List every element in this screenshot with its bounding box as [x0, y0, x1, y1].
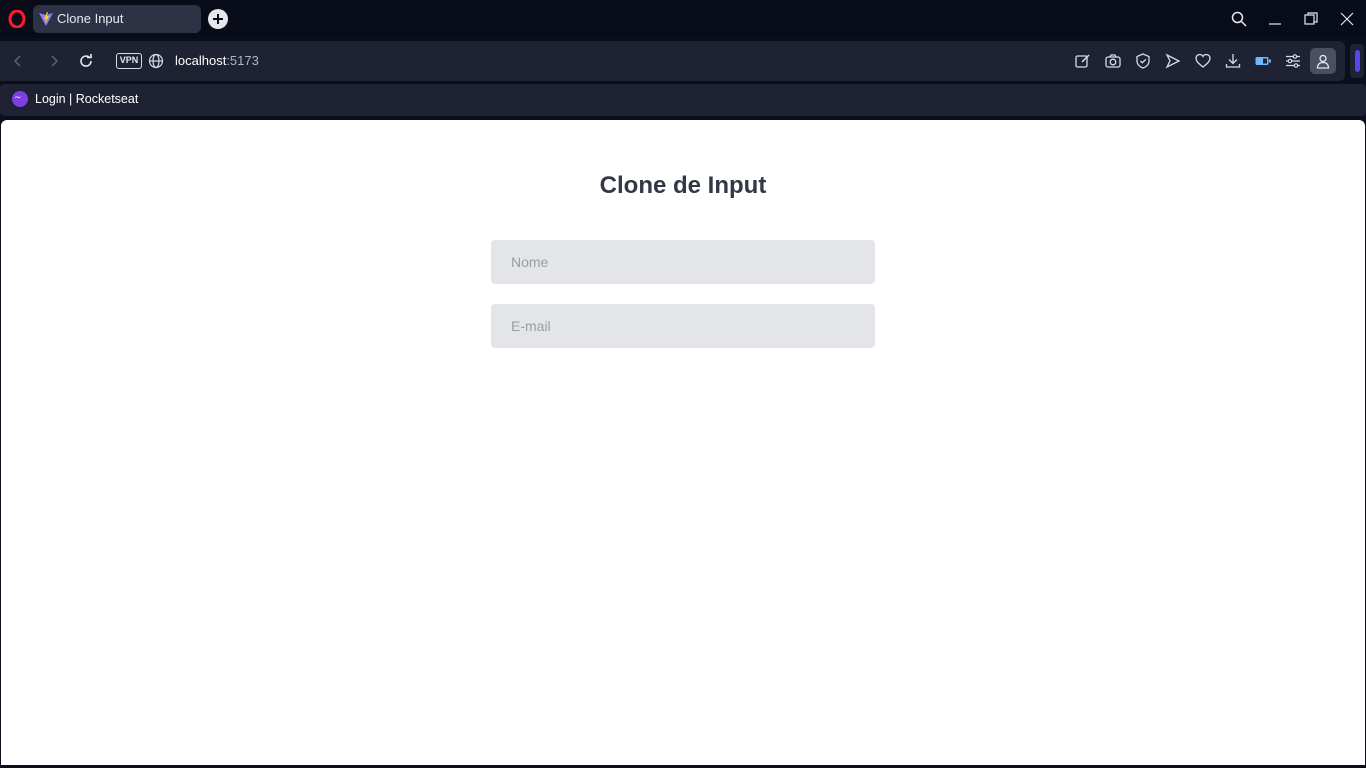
tab-clone-input[interactable]: Clone Input — [33, 5, 201, 33]
forward-button[interactable] — [44, 51, 64, 71]
page-title: Clone de Input — [599, 172, 767, 199]
close-icon — [1340, 12, 1354, 26]
restore-button[interactable] — [1300, 8, 1322, 30]
flow-button[interactable] — [1164, 52, 1182, 70]
address-bar: VPN localhost:5173 — [0, 41, 1345, 81]
downloads-button[interactable] — [1224, 52, 1242, 70]
camera-icon — [1105, 54, 1121, 68]
edit-icon — [1075, 54, 1090, 68]
page-viewport: Clone de Input — [1, 120, 1365, 765]
reload-icon — [80, 54, 92, 67]
bookmark-label: Login | Rocketseat — [35, 92, 139, 106]
send-icon — [1165, 53, 1181, 69]
bookmarks-bar: ∼ Login | Rocketseat — [0, 84, 1366, 116]
opera-logo-icon[interactable] — [8, 10, 26, 28]
name-input[interactable] — [491, 240, 875, 284]
new-tab-button[interactable] — [208, 9, 228, 29]
plus-icon — [213, 14, 223, 24]
close-window-button[interactable] — [1336, 8, 1358, 30]
profile-button[interactable] — [1310, 48, 1336, 74]
easy-setup-button[interactable] — [1074, 52, 1092, 70]
reload-button[interactable] — [76, 51, 96, 71]
vpn-badge[interactable]: VPN — [116, 53, 142, 69]
battery-icon — [1255, 57, 1271, 65]
adblock-button[interactable] — [1134, 52, 1152, 70]
download-icon — [1225, 54, 1241, 68]
url-field[interactable]: localhost:5173 — [175, 53, 259, 68]
search-tabs-button[interactable] — [1228, 8, 1250, 30]
chevron-left-icon — [13, 55, 21, 67]
globe-icon[interactable] — [148, 53, 164, 69]
easy-setup-menu-button[interactable] — [1284, 52, 1302, 70]
sidebar-indicator-bar — [1355, 50, 1360, 72]
sidebar-toggle[interactable] — [1350, 44, 1364, 78]
battery-saver-button[interactable] — [1254, 52, 1272, 70]
user-icon — [1316, 54, 1330, 69]
url-port: :5173 — [226, 53, 259, 68]
minimize-button[interactable] — [1264, 8, 1286, 30]
tab-title: Clone Input — [57, 11, 124, 26]
chevron-right-icon — [51, 55, 59, 67]
restore-icon — [1304, 12, 1318, 25]
snapshot-button[interactable] — [1104, 52, 1122, 70]
tab-strip: Clone Input — [0, 0, 1366, 38]
rocketseat-icon: ∼ — [12, 91, 28, 107]
heart-icon — [1195, 53, 1211, 68]
shield-check-icon — [1136, 53, 1150, 69]
vite-logo-icon — [39, 12, 53, 26]
minimize-icon — [1269, 23, 1281, 25]
sliders-icon — [1286, 54, 1300, 68]
search-icon — [1231, 11, 1247, 27]
bookmark-page-button[interactable] — [1194, 52, 1212, 70]
back-button[interactable] — [8, 51, 28, 71]
url-host: localhost — [175, 53, 227, 68]
email-input[interactable] — [491, 304, 875, 348]
